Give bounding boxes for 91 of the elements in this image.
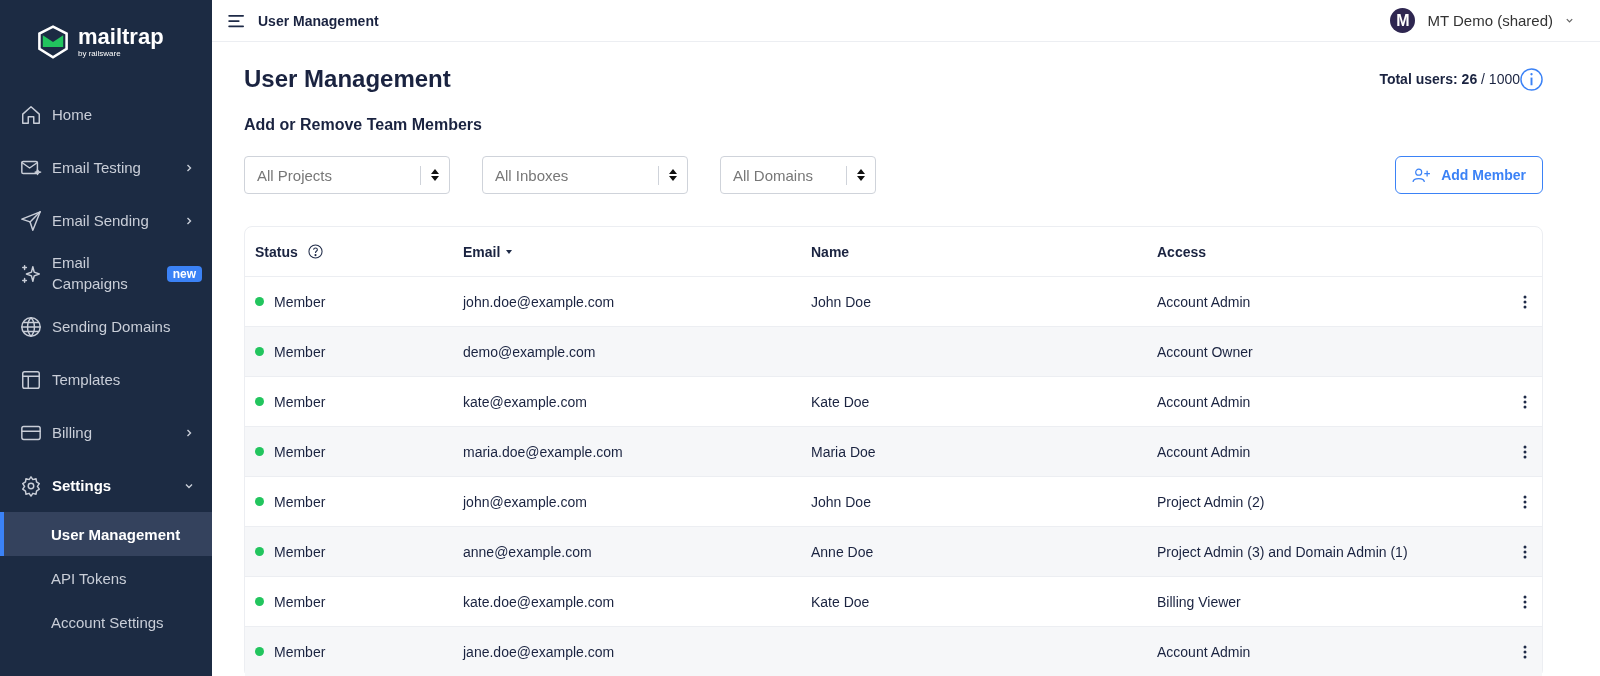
email-cell: kate.doe@example.com <box>463 593 615 610</box>
sidebar-item[interactable]: Email Sending <box>0 194 212 247</box>
account-name[interactable]: MT Demo (shared) <box>1427 12 1553 29</box>
status-text: Member <box>274 343 326 360</box>
home-icon <box>20 103 42 126</box>
sort-arrows-icon <box>431 169 439 181</box>
column-header: Status <box>255 243 298 260</box>
help-icon[interactable] <box>307 244 323 259</box>
sort-arrows-icon <box>857 169 865 181</box>
status-text: Member <box>274 443 326 460</box>
column-header[interactable]: Email <box>463 243 501 260</box>
sidebar-subitem[interactable]: Account Settings <box>0 600 212 644</box>
sidebar-item[interactable]: Billing <box>0 406 212 459</box>
more-options-icon[interactable] <box>1522 294 1527 309</box>
sidebar-item-label: Email Campaigns <box>52 253 129 294</box>
email-cell: john@example.com <box>463 493 587 510</box>
status-text: Member <box>274 543 326 560</box>
new-badge: new <box>166 265 202 282</box>
email-cell: maria.doe@example.com <box>463 443 623 460</box>
layout-icon <box>20 368 42 391</box>
info-icon[interactable] <box>1520 67 1543 91</box>
status-text: Member <box>274 293 326 310</box>
access-cell: Account Admin <box>1157 393 1251 410</box>
filter-select[interactable]: All Projects <box>244 156 450 194</box>
email-cell: jane.doe@example.com <box>463 643 615 660</box>
access-cell: Billing Viewer <box>1157 593 1241 610</box>
sparkle-icon <box>20 262 42 285</box>
logo-icon <box>36 24 70 60</box>
page-title: User Management <box>244 65 452 93</box>
sidebar-subitem[interactable]: API Tokens <box>0 556 212 600</box>
email-cell: anne@example.com <box>463 543 592 560</box>
section-heading: Add or Remove Team Members <box>244 116 483 134</box>
account-avatar[interactable]: M <box>1390 8 1416 33</box>
chevron-right-icon <box>184 162 194 173</box>
sidebar-item-label: Settings <box>52 477 113 494</box>
name-cell: John Doe <box>811 493 871 510</box>
email-cell: kate@example.com <box>463 393 587 410</box>
access-cell: Project Admin (2) <box>1157 493 1265 510</box>
access-cell: Account Owner <box>1157 343 1253 360</box>
access-cell: Project Admin (3) and Domain Admin (1) <box>1157 543 1408 560</box>
sidebar-item-label: Home <box>52 106 93 123</box>
status-text: Member <box>274 393 326 410</box>
sidebar-item-label: Email Testing <box>52 159 142 176</box>
column-header: Name <box>811 243 850 260</box>
user-plus-icon <box>1412 167 1432 183</box>
chevron-right-icon <box>184 215 194 226</box>
sidebar-item-label: Sending Domains <box>52 318 172 335</box>
more-options-icon[interactable] <box>1522 394 1527 409</box>
gear-icon <box>20 474 42 497</box>
more-options-icon[interactable] <box>1522 444 1527 459</box>
access-cell: Account Admin <box>1157 443 1251 460</box>
name-cell: Kate Doe <box>811 593 870 610</box>
filter-select[interactable]: All Inboxes <box>482 156 688 194</box>
logo-tagline: by railsware <box>78 50 122 58</box>
logo-wordmark: mailtrap <box>78 26 164 48</box>
status-text: Member <box>274 643 326 660</box>
total-users: Total users: 26 / 1000 <box>1379 71 1520 87</box>
plane-icon <box>20 209 42 232</box>
filter-select[interactable]: All Domains <box>720 156 876 194</box>
topbar-title: User Management <box>258 12 379 29</box>
name-cell: Anne Doe <box>811 543 874 560</box>
chevron-right-icon <box>184 427 194 438</box>
more-options-icon[interactable] <box>1522 494 1527 509</box>
sidebar-item[interactable]: Sending Domains <box>0 300 212 353</box>
name-cell: Kate Doe <box>811 393 870 410</box>
sidebar-item[interactable]: Home <box>0 88 212 141</box>
globe-icon <box>20 315 42 338</box>
menu-icon[interactable] <box>228 13 246 28</box>
more-options-icon[interactable] <box>1522 544 1527 559</box>
access-cell: Account Admin <box>1157 293 1251 310</box>
sidebar-item[interactable]: Settings <box>0 459 212 512</box>
chevron-down-icon[interactable] <box>1565 16 1574 25</box>
sidebar-subitem[interactable]: User Management <box>0 512 212 556</box>
sidebar-item-label: Templates <box>52 371 122 388</box>
add-member-button[interactable]: Add Member <box>1395 156 1543 194</box>
access-cell: Account Admin <box>1157 643 1251 660</box>
name-cell: Maria Doe <box>811 443 876 460</box>
name-cell: John Doe <box>811 293 871 310</box>
column-header: Access <box>1157 243 1207 260</box>
status-text: Member <box>274 593 326 610</box>
sidebar-item[interactable]: Email Testing <box>0 141 212 194</box>
sidebar-item-label: Email Sending <box>52 212 150 229</box>
sidebar-item[interactable]: Templates <box>0 353 212 406</box>
sidebar-item[interactable]: Email Campaigns new <box>0 247 212 300</box>
more-options-icon[interactable] <box>1522 594 1527 609</box>
sidebar-item-label: Billing <box>52 424 94 441</box>
email-cell: demo@example.com <box>463 343 596 360</box>
more-options-icon[interactable] <box>1522 644 1527 659</box>
sort-arrows-icon <box>669 169 677 181</box>
status-text: Member <box>274 493 326 510</box>
email-cell: john.doe@example.com <box>463 293 615 310</box>
